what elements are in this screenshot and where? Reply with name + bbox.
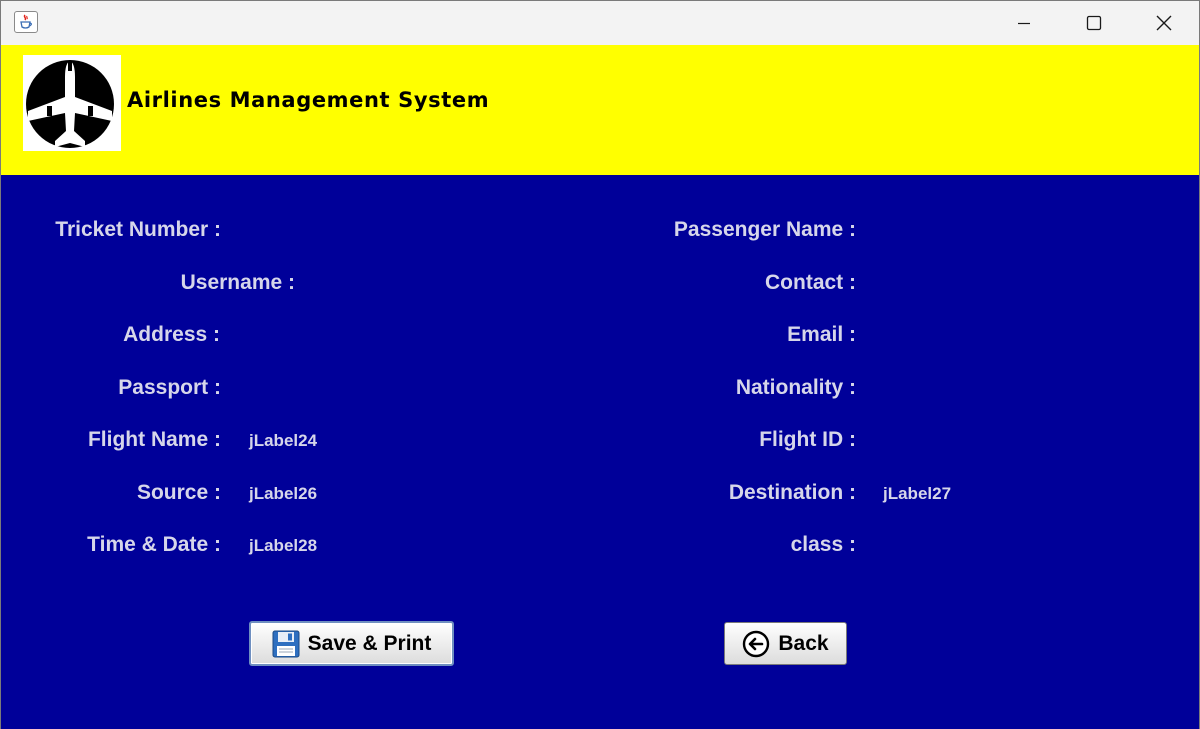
flight-name-label: Flight Name : <box>87 428 221 451</box>
ticket-form: Tricket Number : Username : Address : Pa… <box>1 175 1199 729</box>
email-label: Email : <box>787 323 856 346</box>
time-date-label: Time & Date : <box>87 533 221 556</box>
class-label: class : <box>790 533 856 556</box>
maximize-icon <box>1086 15 1102 31</box>
app-window: Airlines Management System Tricket Numbe… <box>0 0 1200 729</box>
flight-name-value: jLabel24 <box>249 431 318 450</box>
floppy-disk-icon <box>272 630 300 657</box>
passenger-name-label: Passenger Name : <box>673 218 856 241</box>
destination-label: Destination : <box>728 481 856 504</box>
flight-id-label: Flight ID : <box>759 428 856 451</box>
java-cup-icon[interactable] <box>14 11 38 33</box>
title-bar <box>1 1 1199 45</box>
maximize-button[interactable] <box>1059 1 1129 45</box>
save-print-button[interactable]: Save & Print <box>249 621 454 666</box>
source-label: Source : <box>136 481 221 504</box>
close-button[interactable] <box>1129 1 1199 45</box>
back-label: Back <box>778 631 829 655</box>
destination-value: jLabel27 <box>883 484 952 503</box>
header-banner: Airlines Management System <box>1 45 1199 175</box>
arrow-left-circle-icon <box>743 630 770 657</box>
contact-label: Contact : <box>765 271 856 294</box>
username-label: Username : <box>180 271 295 294</box>
nationality-label: Nationality : <box>735 376 856 399</box>
airplane-logo-icon <box>23 55 121 151</box>
time-date-value: jLabel28 <box>249 536 318 555</box>
save-print-label: Save & Print <box>307 631 432 655</box>
close-icon <box>1156 15 1172 31</box>
source-value: jLabel26 <box>249 484 318 503</box>
ticket-number-label: Tricket Number : <box>55 218 221 241</box>
passport-label: Passport : <box>118 376 221 399</box>
minimize-button[interactable] <box>989 1 1059 45</box>
back-button[interactable]: Back <box>724 622 847 665</box>
minimize-icon <box>1018 22 1030 25</box>
address-label: Address : <box>123 323 220 346</box>
app-title: Airlines Management System <box>127 88 490 112</box>
